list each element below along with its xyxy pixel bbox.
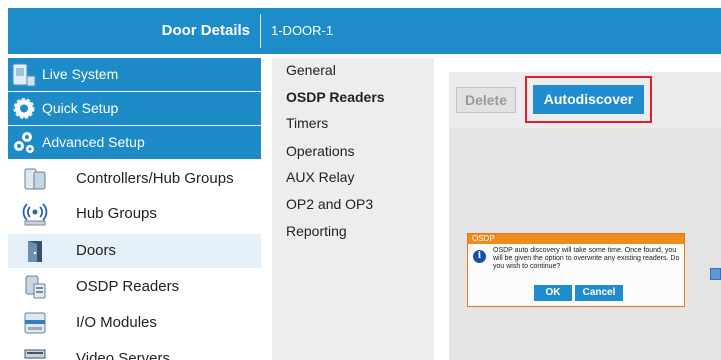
submenu-timers[interactable]: Timers xyxy=(286,112,328,134)
card-reader-icon xyxy=(25,275,46,299)
sidebar-item-label: Video Servers xyxy=(76,350,170,360)
submenu-aux-relay[interactable]: AUX Relay xyxy=(286,166,354,188)
delete-button[interactable]: Delete xyxy=(456,87,516,113)
sidebar-item-label: OSDP Readers xyxy=(76,278,180,295)
door-name: 1-DOOR-1 xyxy=(271,23,334,38)
nav-advanced-setup-label: Advanced Setup xyxy=(42,134,145,150)
sidebar-item-doors[interactable]: Doors xyxy=(8,234,261,268)
ok-button[interactable]: OK xyxy=(534,285,572,301)
sidebar-item-osdp-readers[interactable]: OSDP Readers xyxy=(8,270,261,304)
cancel-button[interactable]: Cancel xyxy=(575,285,623,301)
sidebar-item-label: Hub Groups xyxy=(76,205,157,222)
gear-icon xyxy=(13,98,35,119)
header-divider xyxy=(260,14,261,48)
sidebar-item-label: Doors xyxy=(76,242,117,259)
live-system-icon xyxy=(12,63,36,87)
video-server-icon xyxy=(24,349,46,359)
sidebar-item-label: Controllers/Hub Groups xyxy=(76,170,234,187)
partial-node-shape xyxy=(710,268,721,280)
page-title: Door Details xyxy=(161,22,250,39)
submenu-general[interactable]: General xyxy=(286,59,336,81)
osdp-readers-panel: Delete Autodiscover xyxy=(449,58,721,360)
sidebar-item-io-modules[interactable]: I/O Modules xyxy=(8,306,261,340)
submenu-osdp-readers[interactable]: OSDP Readers xyxy=(286,86,385,108)
door-submenu: General OSDP Readers Timers Operations A… xyxy=(272,58,434,360)
sidebar-item-video-servers[interactable]: Video Servers xyxy=(8,342,261,360)
info-icon: i xyxy=(473,250,486,263)
sidebar: Live System Quick Setup Advanced Setup C… xyxy=(8,58,261,360)
wireless-hub-icon xyxy=(22,203,48,226)
sidebar-item-controllers[interactable]: Controllers/Hub Groups xyxy=(8,162,261,196)
submenu-reporting[interactable]: Reporting xyxy=(286,220,347,242)
nav-quick-setup[interactable]: Quick Setup xyxy=(8,92,261,125)
sidebar-item-hub-groups[interactable]: Hub Groups xyxy=(8,197,261,231)
sidebar-item-label: I/O Modules xyxy=(76,314,157,331)
header: Door Details 1-DOOR-1 xyxy=(0,0,721,58)
controller-icon xyxy=(24,168,46,190)
io-module-icon xyxy=(24,312,46,334)
nav-live-system-label: Live System xyxy=(42,66,119,82)
dialog-message: OSDP auto discovery will take some time.… xyxy=(493,247,680,270)
gears-icon xyxy=(14,132,34,153)
nav-advanced-setup[interactable]: Advanced Setup xyxy=(8,126,261,159)
submenu-op2-op3[interactable]: OP2 and OP3 xyxy=(286,193,373,215)
osdp-confirm-dialog: OSDP i OSDP auto discovery will take som… xyxy=(467,233,685,307)
nav-live-system[interactable]: Live System xyxy=(8,58,261,91)
door-icon xyxy=(28,241,42,262)
dialog-title: OSDP xyxy=(468,234,684,244)
submenu-operations[interactable]: Operations xyxy=(286,140,354,162)
nav-quick-setup-label: Quick Setup xyxy=(42,100,119,116)
autodiscover-button[interactable]: Autodiscover xyxy=(533,85,644,114)
